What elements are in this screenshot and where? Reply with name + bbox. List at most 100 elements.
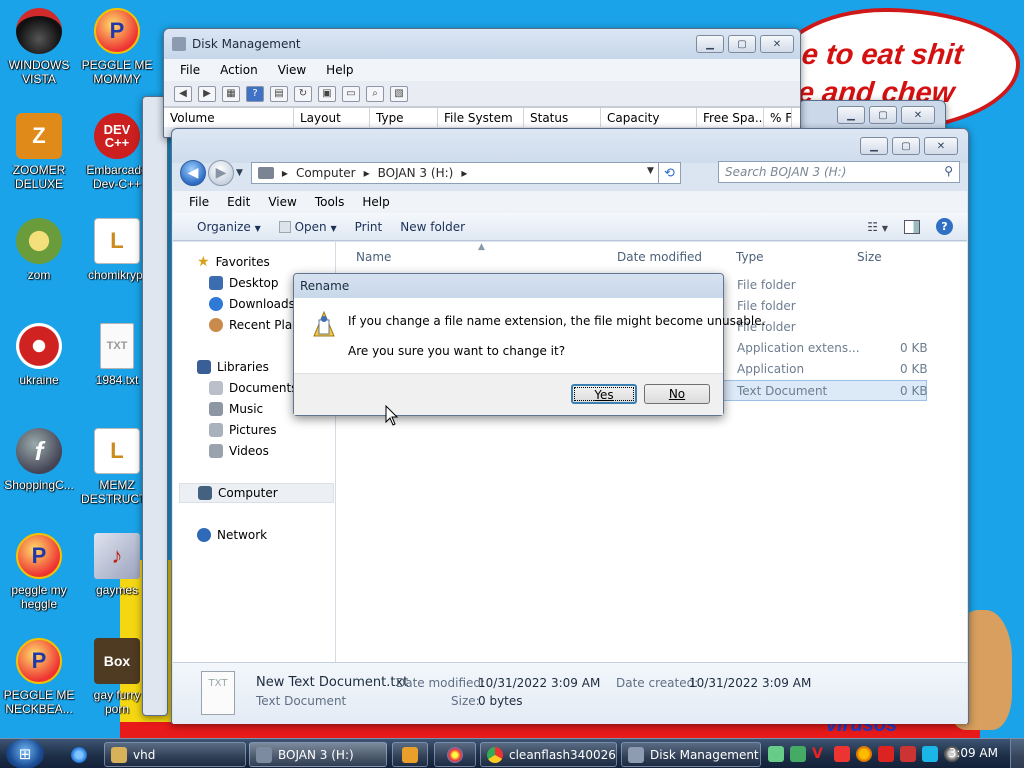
rename-dialog[interactable]: Rename If you change a file name extensi…	[293, 273, 765, 416]
background-window[interactable]	[142, 96, 168, 716]
column-free-space[interactable]: Free Spa...	[697, 108, 764, 127]
search-icon[interactable]	[856, 746, 872, 762]
minimize-button[interactable]: ▁	[696, 35, 724, 53]
disk-management-titlebar[interactable]: Disk Management ▁ ▢ ✕	[164, 29, 800, 59]
column-size[interactable]: Size	[857, 250, 882, 264]
display-icon[interactable]	[922, 746, 938, 762]
background-window[interactable]: ▁ ▢ ✕	[798, 100, 946, 130]
organize-button[interactable]: Organize ▼	[197, 220, 261, 234]
explorer-window[interactable]: ▁ ▢ ✕ ◀ ▶ ▼ ▸ Computer ▸ BOJAN 3 (H:) ▸ …	[171, 128, 969, 724]
show-desktop-button[interactable]	[1010, 739, 1024, 768]
desktop-icon-zom[interactable]: zom	[3, 218, 75, 282]
address-bar[interactable]: ▸ Computer ▸ BOJAN 3 (H:) ▸ ▼ ⟲	[250, 162, 681, 184]
close-button[interactable]: ✕	[760, 35, 794, 53]
menu-file[interactable]: File	[189, 195, 209, 209]
minimize-button[interactable]: ▁	[837, 106, 865, 124]
desktop-icon-windows-vista[interactable]: WINDOWS VISTA	[3, 8, 75, 86]
forward-icon[interactable]: ▶	[198, 85, 216, 102]
flag-icon[interactable]	[878, 746, 894, 762]
open-icon[interactable]: ▭	[342, 85, 360, 102]
close-button[interactable]: ✕	[924, 137, 958, 155]
menu-edit[interactable]: Edit	[227, 195, 250, 209]
breadcrumb-computer[interactable]: Computer	[296, 166, 356, 180]
refresh-icon[interactable]: ↻	[294, 85, 312, 102]
console-tree-icon[interactable]: ▦	[222, 85, 240, 102]
rescan-icon[interactable]: ▣	[318, 85, 336, 102]
desktop-icon-shopping[interactable]: f ShoppingC...	[3, 428, 75, 492]
tray-app-icon[interactable]	[834, 746, 850, 762]
taskbar-item-chrome[interactable]: cleanflash340026...	[480, 742, 617, 767]
column-capacity[interactable]: Capacity	[601, 108, 697, 127]
taskbar-item-media-player[interactable]	[392, 742, 428, 767]
explorer-titlebar[interactable]: ▁ ▢ ✕	[172, 129, 968, 163]
nav-downloads[interactable]: Downloads	[209, 294, 295, 314]
menu-tools[interactable]: Tools	[315, 195, 345, 209]
help-icon[interactable]: ?	[246, 85, 264, 102]
preview-pane-icon[interactable]	[904, 219, 920, 234]
breadcrumb-drive[interactable]: BOJAN 3 (H:)	[378, 166, 454, 180]
desktop-icon-zoomer-deluxe[interactable]: Z ZOOMER DELUXE	[3, 113, 75, 191]
nav-network[interactable]: Network	[197, 525, 267, 545]
taskbar-item-paint[interactable]	[434, 742, 476, 767]
desktop-icon-peggle-neckbeard[interactable]: P PEGGLE ME NECKBEA...	[3, 638, 75, 716]
minimize-button[interactable]: ▁	[860, 137, 888, 155]
column-layout[interactable]: Layout	[294, 108, 370, 127]
column-date-modified[interactable]: Date modified	[617, 250, 702, 264]
taskbar-item-vhd[interactable]: vhd	[104, 742, 246, 767]
column-type[interactable]: Type	[736, 250, 764, 264]
nav-music[interactable]: Music	[209, 399, 263, 419]
menu-help[interactable]: Help	[326, 63, 353, 77]
desktop-icon-peggle-my-heggle[interactable]: P peggle my heggle	[3, 533, 75, 611]
nav-pictures[interactable]: Pictures	[209, 420, 277, 440]
antivirus-icon[interactable]: V	[812, 746, 828, 762]
nav-libraries[interactable]: Libraries	[197, 357, 269, 377]
taskbar-item-disk-management[interactable]: Disk Management	[621, 742, 761, 767]
start-button[interactable]: ⊞	[6, 739, 44, 768]
forward-button[interactable]: ▶	[208, 160, 234, 186]
dialog-title[interactable]: Rename	[294, 274, 723, 298]
close-button[interactable]: ✕	[901, 106, 935, 124]
back-button[interactable]: ◀	[180, 160, 206, 186]
nav-documents[interactable]: Documents	[209, 378, 297, 398]
taskbar-item-bojan[interactable]: BOJAN 3 (H:)	[249, 742, 387, 767]
menu-view[interactable]: View	[278, 63, 306, 77]
clock[interactable]: 3:09 AM	[949, 746, 998, 760]
menu-action[interactable]: Action	[220, 63, 258, 77]
maximize-button[interactable]: ▢	[728, 35, 756, 53]
nav-favorites[interactable]: ★ Favorites	[197, 252, 270, 272]
menu-file[interactable]: File	[180, 63, 200, 77]
new-folder-button[interactable]: New folder	[400, 220, 465, 234]
maximize-button[interactable]: ▢	[892, 137, 920, 155]
quick-launch-ie[interactable]	[64, 742, 94, 767]
column-volume[interactable]: Volume	[164, 108, 294, 127]
settings-icon[interactable]: ▧	[390, 85, 408, 102]
column-name[interactable]: Name	[356, 250, 391, 264]
print-button[interactable]: Print	[355, 220, 383, 234]
maximize-button[interactable]: ▢	[869, 106, 897, 124]
yes-button[interactable]: Yes	[571, 384, 637, 404]
back-icon[interactable]: ◀	[174, 85, 192, 102]
nav-videos[interactable]: Videos	[209, 441, 269, 461]
refresh-icon[interactable]: ⟲	[657, 162, 680, 184]
search-icon[interactable]: ⌕	[366, 85, 384, 102]
recent-pages-dropdown[interactable]: ▼	[236, 168, 243, 178]
disk-management-window[interactable]: Disk Management ▁ ▢ ✕ File Action View H…	[163, 28, 801, 138]
tray-app-icon[interactable]	[790, 746, 806, 762]
search-input[interactable]: Search BOJAN 3 (H:) ⚲	[718, 161, 960, 183]
nav-desktop[interactable]: Desktop	[209, 273, 279, 293]
properties-icon[interactable]: ▤	[270, 85, 288, 102]
desktop-icon-peggle-me-mommy[interactable]: P PEGGLE ME MOMMY	[81, 8, 153, 86]
search-icon[interactable]: ⚲	[944, 164, 953, 178]
column-status[interactable]: Status	[524, 108, 601, 127]
safely-remove-icon[interactable]	[768, 746, 784, 762]
column-file-system[interactable]: File System	[438, 108, 524, 127]
menu-help[interactable]: Help	[362, 195, 389, 209]
desktop-icon-ukraine[interactable]: ukraine	[3, 323, 75, 387]
nav-computer[interactable]: Computer	[179, 483, 334, 503]
tray-app-icon[interactable]	[900, 746, 916, 762]
column-type[interactable]: Type	[370, 108, 438, 127]
help-icon[interactable]: ?	[936, 218, 953, 235]
menu-view[interactable]: View	[268, 195, 296, 209]
column-percent-free[interactable]: % F	[764, 108, 792, 127]
no-button[interactable]: No	[644, 384, 710, 404]
